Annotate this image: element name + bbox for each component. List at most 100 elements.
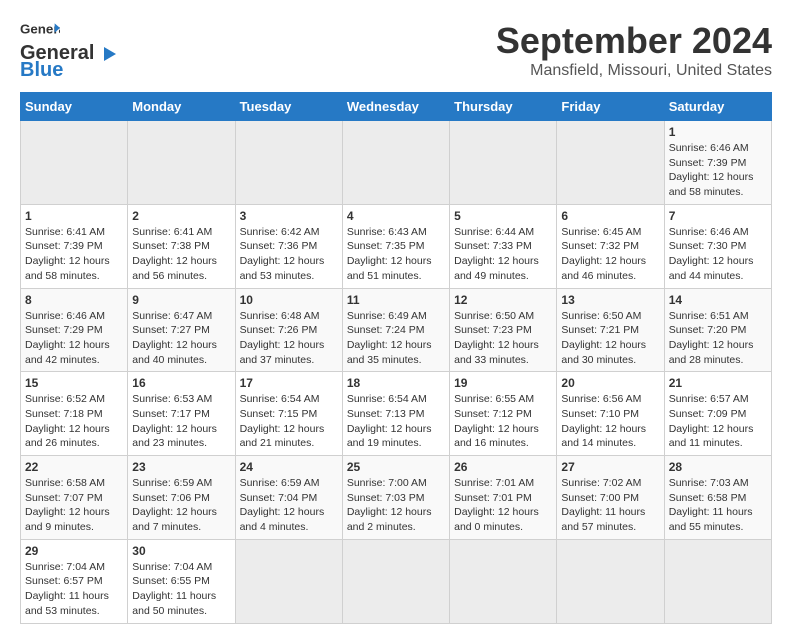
calendar-week-row: 1 Sunrise: 6:46 AMSunset: 7:39 PMDaylight… <box>21 121 772 205</box>
day-number: 15 <box>25 376 123 390</box>
day-number: 1 <box>669 125 767 139</box>
calendar-cell <box>664 539 771 623</box>
day-number: 13 <box>561 293 659 307</box>
day-number: 21 <box>669 376 767 390</box>
title-area: September 2024 Mansfield, Missouri, Unit… <box>496 20 772 80</box>
day-number: 1 <box>25 209 123 223</box>
day-number: 6 <box>561 209 659 223</box>
cell-info: Sunrise: 6:42 AMSunset: 7:36 PMDaylight:… <box>240 225 338 284</box>
cell-info: Sunrise: 7:04 AMSunset: 6:55 PMDaylight:… <box>132 560 230 619</box>
calendar-cell: 20 Sunrise: 6:56 AMSunset: 7:10 PMDayligh… <box>557 372 664 456</box>
calendar-week-row: 8 Sunrise: 6:46 AMSunset: 7:29 PMDaylight… <box>21 288 772 372</box>
cell-info: Sunrise: 7:03 AMSunset: 6:58 PMDaylight:… <box>669 476 767 535</box>
logo-text-blue: Blue <box>20 59 63 82</box>
day-number: 26 <box>454 460 552 474</box>
cell-info: Sunrise: 6:45 AMSunset: 7:32 PMDaylight:… <box>561 225 659 284</box>
calendar-cell: 16Sunrise: 6:53 AMSunset: 7:17 PMDayligh… <box>128 372 235 456</box>
day-number: 11 <box>347 293 445 307</box>
cell-info: Sunrise: 6:56 AMSunset: 7:10 PMDaylight:… <box>561 392 659 451</box>
cell-info: Sunrise: 6:46 AMSunset: 7:39 PMDaylight:… <box>669 141 767 200</box>
cell-info: Sunrise: 6:50 AMSunset: 7:23 PMDaylight:… <box>454 309 552 368</box>
page-title: September 2024 <box>496 20 772 62</box>
cell-info: Sunrise: 6:41 AMSunset: 7:39 PMDaylight:… <box>25 225 123 284</box>
calendar-cell: 19Sunrise: 6:55 AMSunset: 7:12 PMDayligh… <box>450 372 557 456</box>
cell-info: Sunrise: 6:49 AMSunset: 7:24 PMDaylight:… <box>347 309 445 368</box>
day-number: 4 <box>347 209 445 223</box>
calendar-cell: 21Sunrise: 6:57 AMSunset: 7:09 PMDayligh… <box>664 372 771 456</box>
calendar-cell: 1 Sunrise: 6:41 AMSunset: 7:39 PMDaylight… <box>21 204 128 288</box>
calendar-cell: 24 Sunrise: 6:59 AMSunset: 7:04 PMDayligh… <box>235 456 342 540</box>
day-number: 12 <box>454 293 552 307</box>
cell-info: Sunrise: 6:41 AMSunset: 7:38 PMDaylight:… <box>132 225 230 284</box>
calendar-day-header: Monday <box>128 93 235 121</box>
cell-info: Sunrise: 6:53 AMSunset: 7:17 PMDaylight:… <box>132 392 230 451</box>
cell-info: Sunrise: 6:59 AMSunset: 7:06 PMDaylight:… <box>132 476 230 535</box>
calendar-week-row: 29 Sunrise: 7:04 AMSunset: 6:57 PMDayligh… <box>21 539 772 623</box>
calendar-cell: 10 Sunrise: 6:48 AMSunset: 7:26 PMDayligh… <box>235 288 342 372</box>
calendar-cell: 6 Sunrise: 6:45 AMSunset: 7:32 PMDaylight… <box>557 204 664 288</box>
day-number: 7 <box>669 209 767 223</box>
calendar-cell <box>342 539 449 623</box>
calendar-table: SundayMondayTuesdayWednesdayThursdayFrid… <box>20 92 772 624</box>
day-number: 28 <box>669 460 767 474</box>
calendar-header-row: SundayMondayTuesdayWednesdayThursdayFrid… <box>21 93 772 121</box>
calendar-cell: 14Sunrise: 6:51 AMSunset: 7:20 PMDayligh… <box>664 288 771 372</box>
page-header: General General Blue September 2024 Mans… <box>20 20 772 82</box>
day-number: 2 <box>132 209 230 223</box>
calendar-cell: 30 Sunrise: 7:04 AMSunset: 6:55 PMDayligh… <box>128 539 235 623</box>
cell-info: Sunrise: 6:50 AMSunset: 7:21 PMDaylight:… <box>561 309 659 368</box>
day-number: 22 <box>25 460 123 474</box>
calendar-day-header: Sunday <box>21 93 128 121</box>
day-number: 17 <box>240 376 338 390</box>
calendar-day-header: Saturday <box>664 93 771 121</box>
cell-info: Sunrise: 6:48 AMSunset: 7:26 PMDaylight:… <box>240 309 338 368</box>
calendar-cell: 26Sunrise: 7:01 AMSunset: 7:01 PMDayligh… <box>450 456 557 540</box>
calendar-cell <box>557 539 664 623</box>
day-number: 10 <box>240 293 338 307</box>
cell-info: Sunrise: 6:43 AMSunset: 7:35 PMDaylight:… <box>347 225 445 284</box>
day-number: 9 <box>132 293 230 307</box>
day-number: 25 <box>347 460 445 474</box>
svg-text:General: General <box>20 21 60 36</box>
calendar-cell <box>342 121 449 205</box>
day-number: 20 <box>561 376 659 390</box>
cell-info: Sunrise: 7:04 AMSunset: 6:57 PMDaylight:… <box>25 560 123 619</box>
calendar-cell: 28 Sunrise: 7:03 AMSunset: 6:58 PMDayligh… <box>664 456 771 540</box>
calendar-cell: 2 Sunrise: 6:41 AMSunset: 7:38 PMDaylight… <box>128 204 235 288</box>
cell-info: Sunrise: 6:59 AMSunset: 7:04 PMDaylight:… <box>240 476 338 535</box>
day-number: 5 <box>454 209 552 223</box>
calendar-cell: 3 Sunrise: 6:42 AMSunset: 7:36 PMDaylight… <box>235 204 342 288</box>
day-number: 29 <box>25 544 123 558</box>
day-number: 8 <box>25 293 123 307</box>
calendar-cell: 11 Sunrise: 6:49 AMSunset: 7:24 PMDayligh… <box>342 288 449 372</box>
day-number: 30 <box>132 544 230 558</box>
calendar-cell: 7 Sunrise: 6:46 AMSunset: 7:30 PMDaylight… <box>664 204 771 288</box>
calendar-cell: 12 Sunrise: 6:50 AMSunset: 7:23 PMDayligh… <box>450 288 557 372</box>
logo-arrow-icon <box>96 45 118 63</box>
calendar-cell <box>21 121 128 205</box>
calendar-cell: 23Sunrise: 6:59 AMSunset: 7:06 PMDayligh… <box>128 456 235 540</box>
cell-info: Sunrise: 6:55 AMSunset: 7:12 PMDaylight:… <box>454 392 552 451</box>
calendar-cell: 15Sunrise: 6:52 AMSunset: 7:18 PMDayligh… <box>21 372 128 456</box>
page-subtitle: Mansfield, Missouri, United States <box>496 62 772 80</box>
calendar-cell: 13 Sunrise: 6:50 AMSunset: 7:21 PMDayligh… <box>557 288 664 372</box>
calendar-cell: 22 Sunrise: 6:58 AMSunset: 7:07 PMDayligh… <box>21 456 128 540</box>
cell-info: Sunrise: 6:46 AMSunset: 7:30 PMDaylight:… <box>669 225 767 284</box>
day-number: 27 <box>561 460 659 474</box>
calendar-cell: 29 Sunrise: 7:04 AMSunset: 6:57 PMDayligh… <box>21 539 128 623</box>
calendar-week-row: 22 Sunrise: 6:58 AMSunset: 7:07 PMDayligh… <box>21 456 772 540</box>
cell-info: Sunrise: 7:02 AMSunset: 7:00 PMDaylight:… <box>561 476 659 535</box>
calendar-cell <box>557 121 664 205</box>
calendar-cell: 25Sunrise: 7:00 AMSunset: 7:03 PMDayligh… <box>342 456 449 540</box>
calendar-day-header: Thursday <box>450 93 557 121</box>
cell-info: Sunrise: 6:46 AMSunset: 7:29 PMDaylight:… <box>25 309 123 368</box>
day-number: 24 <box>240 460 338 474</box>
calendar-cell: 5Sunrise: 6:44 AMSunset: 7:33 PMDaylight… <box>450 204 557 288</box>
calendar-week-row: 1 Sunrise: 6:41 AMSunset: 7:39 PMDaylight… <box>21 204 772 288</box>
calendar-cell <box>128 121 235 205</box>
cell-info: Sunrise: 6:58 AMSunset: 7:07 PMDaylight:… <box>25 476 123 535</box>
day-number: 3 <box>240 209 338 223</box>
calendar-day-header: Friday <box>557 93 664 121</box>
calendar-cell: 17Sunrise: 6:54 AMSunset: 7:15 PMDayligh… <box>235 372 342 456</box>
calendar-cell: 27 Sunrise: 7:02 AMSunset: 7:00 PMDayligh… <box>557 456 664 540</box>
